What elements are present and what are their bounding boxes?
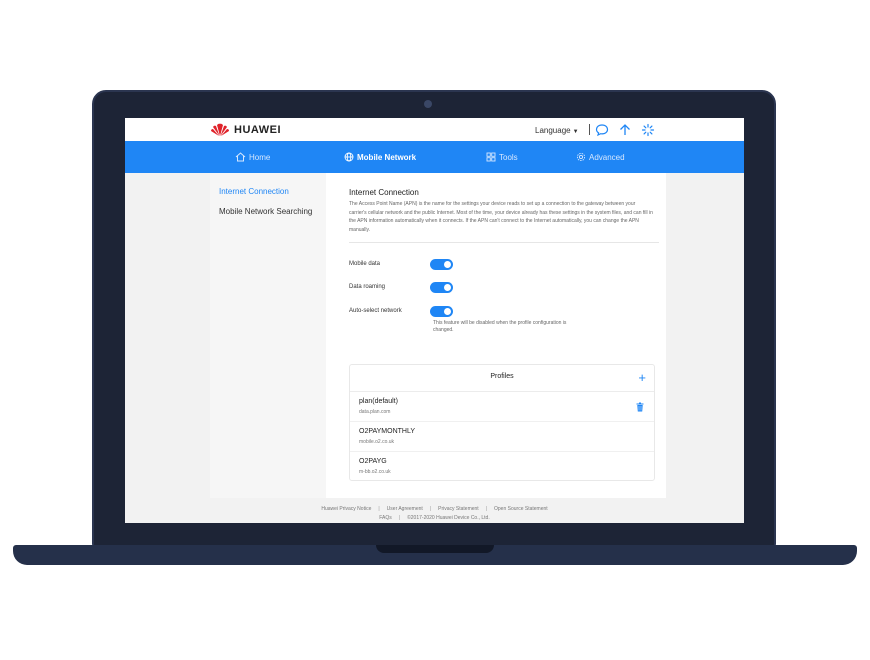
apn-description: The Access Point Name (APN) is the name … bbox=[349, 201, 653, 233]
language-label: Language bbox=[535, 126, 571, 135]
main-nav: Home Mobile Network Tools Advanced bbox=[125, 141, 744, 173]
message-icon[interactable] bbox=[595, 123, 609, 137]
caret-down-icon: ▼ bbox=[572, 129, 579, 135]
data-roaming-label: Data roaming bbox=[349, 284, 386, 290]
profile-name: O2PAYMONTHLY bbox=[359, 428, 416, 435]
nav-advanced[interactable]: Advanced bbox=[576, 152, 625, 162]
page-title: Internet Connection bbox=[349, 188, 419, 197]
section-divider bbox=[349, 242, 659, 243]
mobile-data-toggle[interactable] bbox=[430, 259, 453, 270]
profile-apn: data.plan.com bbox=[359, 409, 391, 415]
main-panel: Internet Connection The Access Point Nam… bbox=[326, 173, 666, 498]
tools-icon bbox=[486, 152, 496, 162]
profile-row[interactable]: O2PAYMONTHLY mobile.o2.co.uk bbox=[350, 422, 654, 452]
trash-icon[interactable] bbox=[635, 402, 645, 412]
toggle-knob bbox=[444, 308, 451, 315]
huawei-logo[interactable]: HUAWEI bbox=[210, 123, 281, 137]
privacy-statement-link[interactable]: Privacy Statement bbox=[438, 506, 479, 512]
nav-advanced-label: Advanced bbox=[589, 152, 625, 162]
profile-name: O2PAYG bbox=[359, 458, 387, 465]
toggle-knob bbox=[444, 261, 451, 268]
auto-select-note: This feature will be disabled when the p… bbox=[433, 320, 567, 333]
footer-separator: | bbox=[398, 515, 401, 521]
faqs-link[interactable]: FAQs bbox=[379, 515, 392, 521]
footer-separator: | bbox=[378, 506, 380, 512]
profile-apn: m-bb.o2.co.uk bbox=[359, 469, 391, 475]
laptop-mockup: HUAWEI Language ▼ Home Mobile Network To… bbox=[0, 0, 870, 660]
profile-row[interactable]: plan(default) data.plan.com bbox=[350, 392, 654, 422]
copyright-text: ©2017-2020 Huawei Device Co., Ltd. bbox=[407, 515, 490, 521]
content-area: Internet Connection Mobile Network Searc… bbox=[125, 173, 744, 498]
nav-tools-label: Tools bbox=[499, 152, 518, 162]
brand-name: HUAWEI bbox=[234, 124, 281, 136]
profiles-header: Profiles + bbox=[350, 365, 654, 392]
auto-select-network-toggle[interactable] bbox=[430, 306, 453, 317]
footer-separator: | bbox=[429, 506, 432, 512]
footer-separator: | bbox=[485, 506, 488, 512]
gear-icon bbox=[576, 152, 586, 162]
plus-icon[interactable]: + bbox=[638, 371, 646, 384]
profile-name: plan(default) bbox=[359, 398, 398, 405]
footer: Huawei Privacy Notice | User Agreement |… bbox=[125, 498, 744, 523]
profiles-title: Profiles bbox=[490, 373, 514, 380]
laptop-notch bbox=[376, 545, 494, 553]
nav-home-label: Home bbox=[249, 152, 271, 162]
nav-home[interactable]: Home bbox=[235, 152, 270, 162]
nav-mobile-network[interactable]: Mobile Network bbox=[344, 152, 416, 162]
nav-tools[interactable]: Tools bbox=[486, 152, 518, 162]
router-web-ui: HUAWEI Language ▼ Home Mobile Network To… bbox=[125, 118, 744, 523]
sidebar-item-internet-connection[interactable]: Internet Connection bbox=[219, 187, 289, 196]
profile-row[interactable]: O2PAYG m-bb.o2.co.uk bbox=[350, 452, 654, 482]
globe-icon bbox=[344, 152, 354, 162]
toggle-knob bbox=[444, 284, 451, 291]
footer-bottom: FAQs | ©2017-2020 Huawei Device Co., Ltd… bbox=[125, 515, 744, 521]
home-icon bbox=[235, 152, 246, 162]
privacy-notice-link[interactable]: Huawei Privacy Notice bbox=[321, 506, 371, 512]
webcam bbox=[424, 100, 432, 108]
nav-mobile-network-label: Mobile Network bbox=[357, 152, 417, 162]
huawei-flower-icon bbox=[211, 123, 229, 136]
mobile-data-label: Mobile data bbox=[349, 261, 381, 267]
sidebar-item-mobile-network-searching[interactable]: Mobile Network Searching bbox=[219, 207, 312, 216]
language-selector[interactable]: Language ▼ bbox=[535, 126, 579, 135]
profile-apn: mobile.o2.co.uk bbox=[359, 439, 395, 445]
open-source-link[interactable]: Open Source Statement bbox=[494, 506, 548, 512]
data-roaming-toggle[interactable] bbox=[430, 282, 453, 293]
user-agreement-link[interactable]: User Agreement bbox=[387, 506, 423, 512]
top-header: HUAWEI Language ▼ bbox=[125, 118, 744, 141]
header-divider bbox=[589, 124, 590, 135]
sidebar: Internet Connection Mobile Network Searc… bbox=[210, 173, 326, 498]
footer-links: Huawei Privacy Notice | User Agreement |… bbox=[125, 506, 744, 512]
auto-select-network-label: Auto-select network bbox=[349, 308, 402, 314]
loading-spinner-icon bbox=[641, 123, 655, 137]
upload-arrow-icon[interactable] bbox=[618, 123, 632, 137]
profiles-card: Profiles + plan(default) data.plan.com O… bbox=[349, 364, 655, 481]
